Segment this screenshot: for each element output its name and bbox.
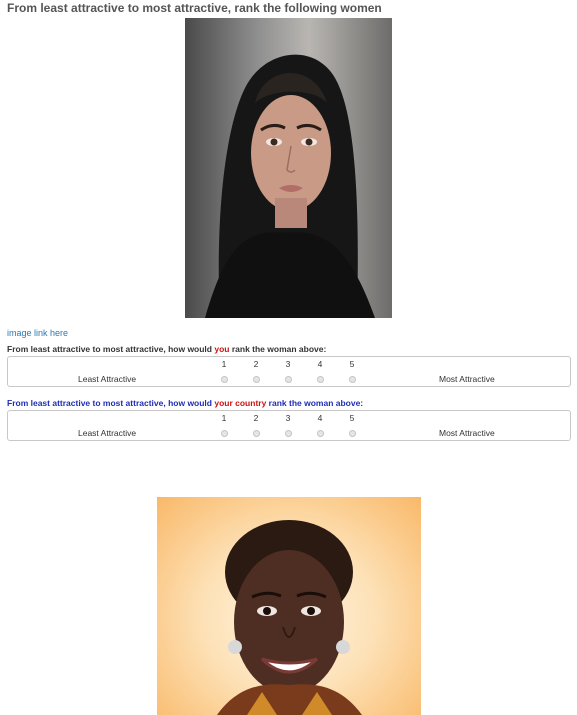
- radio-option-3[interactable]: [285, 430, 292, 437]
- question-2-accent: your country: [214, 398, 267, 408]
- scale-number-5: 5: [349, 413, 355, 423]
- radio-option-2[interactable]: [253, 376, 260, 383]
- scale-number-3: 3: [285, 359, 291, 369]
- least-attractive-label: Least Attractive: [78, 428, 137, 438]
- woman-photo-1: [185, 18, 392, 318]
- question-2-prefix: From least attractive to most attractive…: [7, 398, 215, 408]
- scale-number-4: 4: [317, 359, 323, 369]
- question-2-text: From least attractive to most attractive…: [7, 398, 363, 408]
- question-1-prefix: From least attractive to most attractive…: [7, 344, 215, 354]
- page-heading: From least attractive to most attractive…: [7, 1, 382, 15]
- radio-option-4[interactable]: [317, 430, 324, 437]
- rating-scale-1: Least Attractive 1 2 3 4 5 Most Attracti…: [7, 356, 571, 387]
- scale-number-1: 1: [221, 359, 227, 369]
- survey-page: From least attractive to most attractive…: [0, 0, 577, 715]
- radio-option-5[interactable]: [349, 430, 356, 437]
- radio-option-1[interactable]: [221, 430, 228, 437]
- scale-number-2: 2: [253, 413, 259, 423]
- woman-photo-2-illustration: [217, 520, 362, 715]
- rating-scale-2: Least Attractive 1 2 3 4 5 Most Attracti…: [7, 410, 571, 441]
- scale-number-4: 4: [317, 413, 323, 423]
- most-attractive-label: Most Attractive: [439, 374, 495, 384]
- question-2-suffix: rank the woman above:: [266, 398, 364, 408]
- question-1-text: From least attractive to most attractive…: [7, 344, 326, 354]
- radio-option-5[interactable]: [349, 376, 356, 383]
- question-1-accent: you: [214, 344, 230, 354]
- most-attractive-label: Most Attractive: [439, 428, 495, 438]
- question-1-suffix: rank the woman above:: [229, 344, 327, 354]
- scale-number-5: 5: [349, 359, 355, 369]
- radio-option-4[interactable]: [317, 376, 324, 383]
- scale-number-3: 3: [285, 413, 291, 423]
- least-attractive-label: Least Attractive: [78, 374, 137, 384]
- scale-number-1: 1: [221, 413, 227, 423]
- radio-option-2[interactable]: [253, 430, 260, 437]
- woman-photo-1-illustration: [205, 54, 375, 318]
- woman-photo-2: [157, 497, 421, 715]
- radio-option-3[interactable]: [285, 376, 292, 383]
- scale-number-2: 2: [253, 359, 259, 369]
- image-link[interactable]: image link here: [7, 328, 68, 338]
- radio-option-1[interactable]: [221, 376, 228, 383]
